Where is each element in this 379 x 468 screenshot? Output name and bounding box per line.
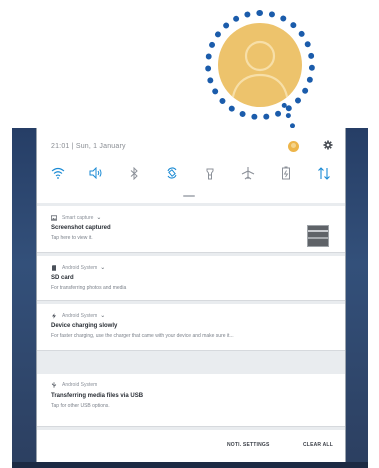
airplane-icon[interactable] (237, 163, 259, 183)
bluetooth-icon[interactable] (123, 163, 145, 183)
notification-settings-button[interactable]: NOTI. SETTINGS (227, 442, 270, 448)
notification-card-charging[interactable]: Android System ⌄ Device charging slowly … (37, 304, 345, 351)
status-row: 21:01 | Sun, 1 January (51, 137, 333, 155)
notification-header: Android System (51, 382, 97, 388)
notification-card-screenshot[interactable]: Smart capture ⌄ Screenshot captured Tap … (37, 206, 345, 253)
notification-panel: 21:01 | Sun, 1 January Smart capture ⌄ S… (36, 128, 346, 468)
user-avatar-icon[interactable] (288, 140, 299, 152)
notification-app-name: Android System (62, 312, 98, 319)
notification-app-name: Smart capture (62, 214, 94, 221)
time-date-label: 21:01 | Sun, 1 January (51, 142, 126, 150)
notification-title: Device charging slowly (51, 323, 118, 329)
chevron-down-icon[interactable]: ⌄ (100, 264, 105, 271)
clear-all-button[interactable]: CLEAR ALL (303, 442, 333, 448)
device-screen: 21:01 | Sun, 1 January Smart capture ⌄ S… (12, 128, 368, 468)
speaker-icon[interactable] (85, 163, 107, 183)
notification-title: Transferring media files via USB (51, 393, 144, 399)
user-avatar-icon (218, 23, 302, 107)
wallpaper-strip (12, 462, 368, 468)
notification-header: Smart capture ⌄ (50, 214, 101, 221)
notification-header: Android System ⌄ (51, 264, 105, 271)
quick-settings-panel: 21:01 | Sun, 1 January (37, 128, 345, 203)
notification-subtitle: Tap here to view it. (51, 235, 93, 241)
notification-header: Android System ⌄ (51, 312, 105, 319)
notification-app-name: Android System (62, 264, 98, 271)
notification-subtitle: For faster charging, use the charger tha… (51, 333, 234, 339)
charging-bolt-icon (51, 312, 57, 319)
rotate-icon[interactable] (161, 163, 183, 183)
notification-actions: NOTI. SETTINGS CLEAR ALL (37, 430, 345, 462)
quick-toggles (47, 163, 335, 183)
notification-title: Screenshot captured (51, 225, 111, 231)
battery-icon[interactable] (275, 163, 297, 183)
gear-icon[interactable] (323, 140, 333, 153)
notification-app-name: Android System (62, 382, 98, 388)
notification-card-usb[interactable]: Android System Transferring media files … (37, 374, 345, 427)
chevron-down-icon[interactable]: ⌄ (96, 214, 101, 221)
screenshot-thumbnail[interactable] (307, 225, 329, 247)
data-arrows-icon[interactable] (313, 163, 335, 183)
notification-subtitle: Tap for other USB options. (51, 403, 110, 409)
notification-card-sd[interactable]: Android System ⌄ SD card For transferrin… (37, 256, 345, 301)
sd-card-icon (51, 264, 57, 271)
notification-title: SD card (51, 275, 74, 281)
notification-subtitle: For transferring photos and media (51, 285, 127, 291)
chevron-down-icon[interactable]: ⌄ (100, 312, 105, 319)
usb-icon (51, 382, 57, 388)
wifi-icon[interactable] (47, 163, 69, 183)
image-icon (50, 214, 58, 221)
flashlight-icon[interactable] (199, 163, 221, 183)
panel-drag-handle[interactable] (183, 195, 195, 197)
